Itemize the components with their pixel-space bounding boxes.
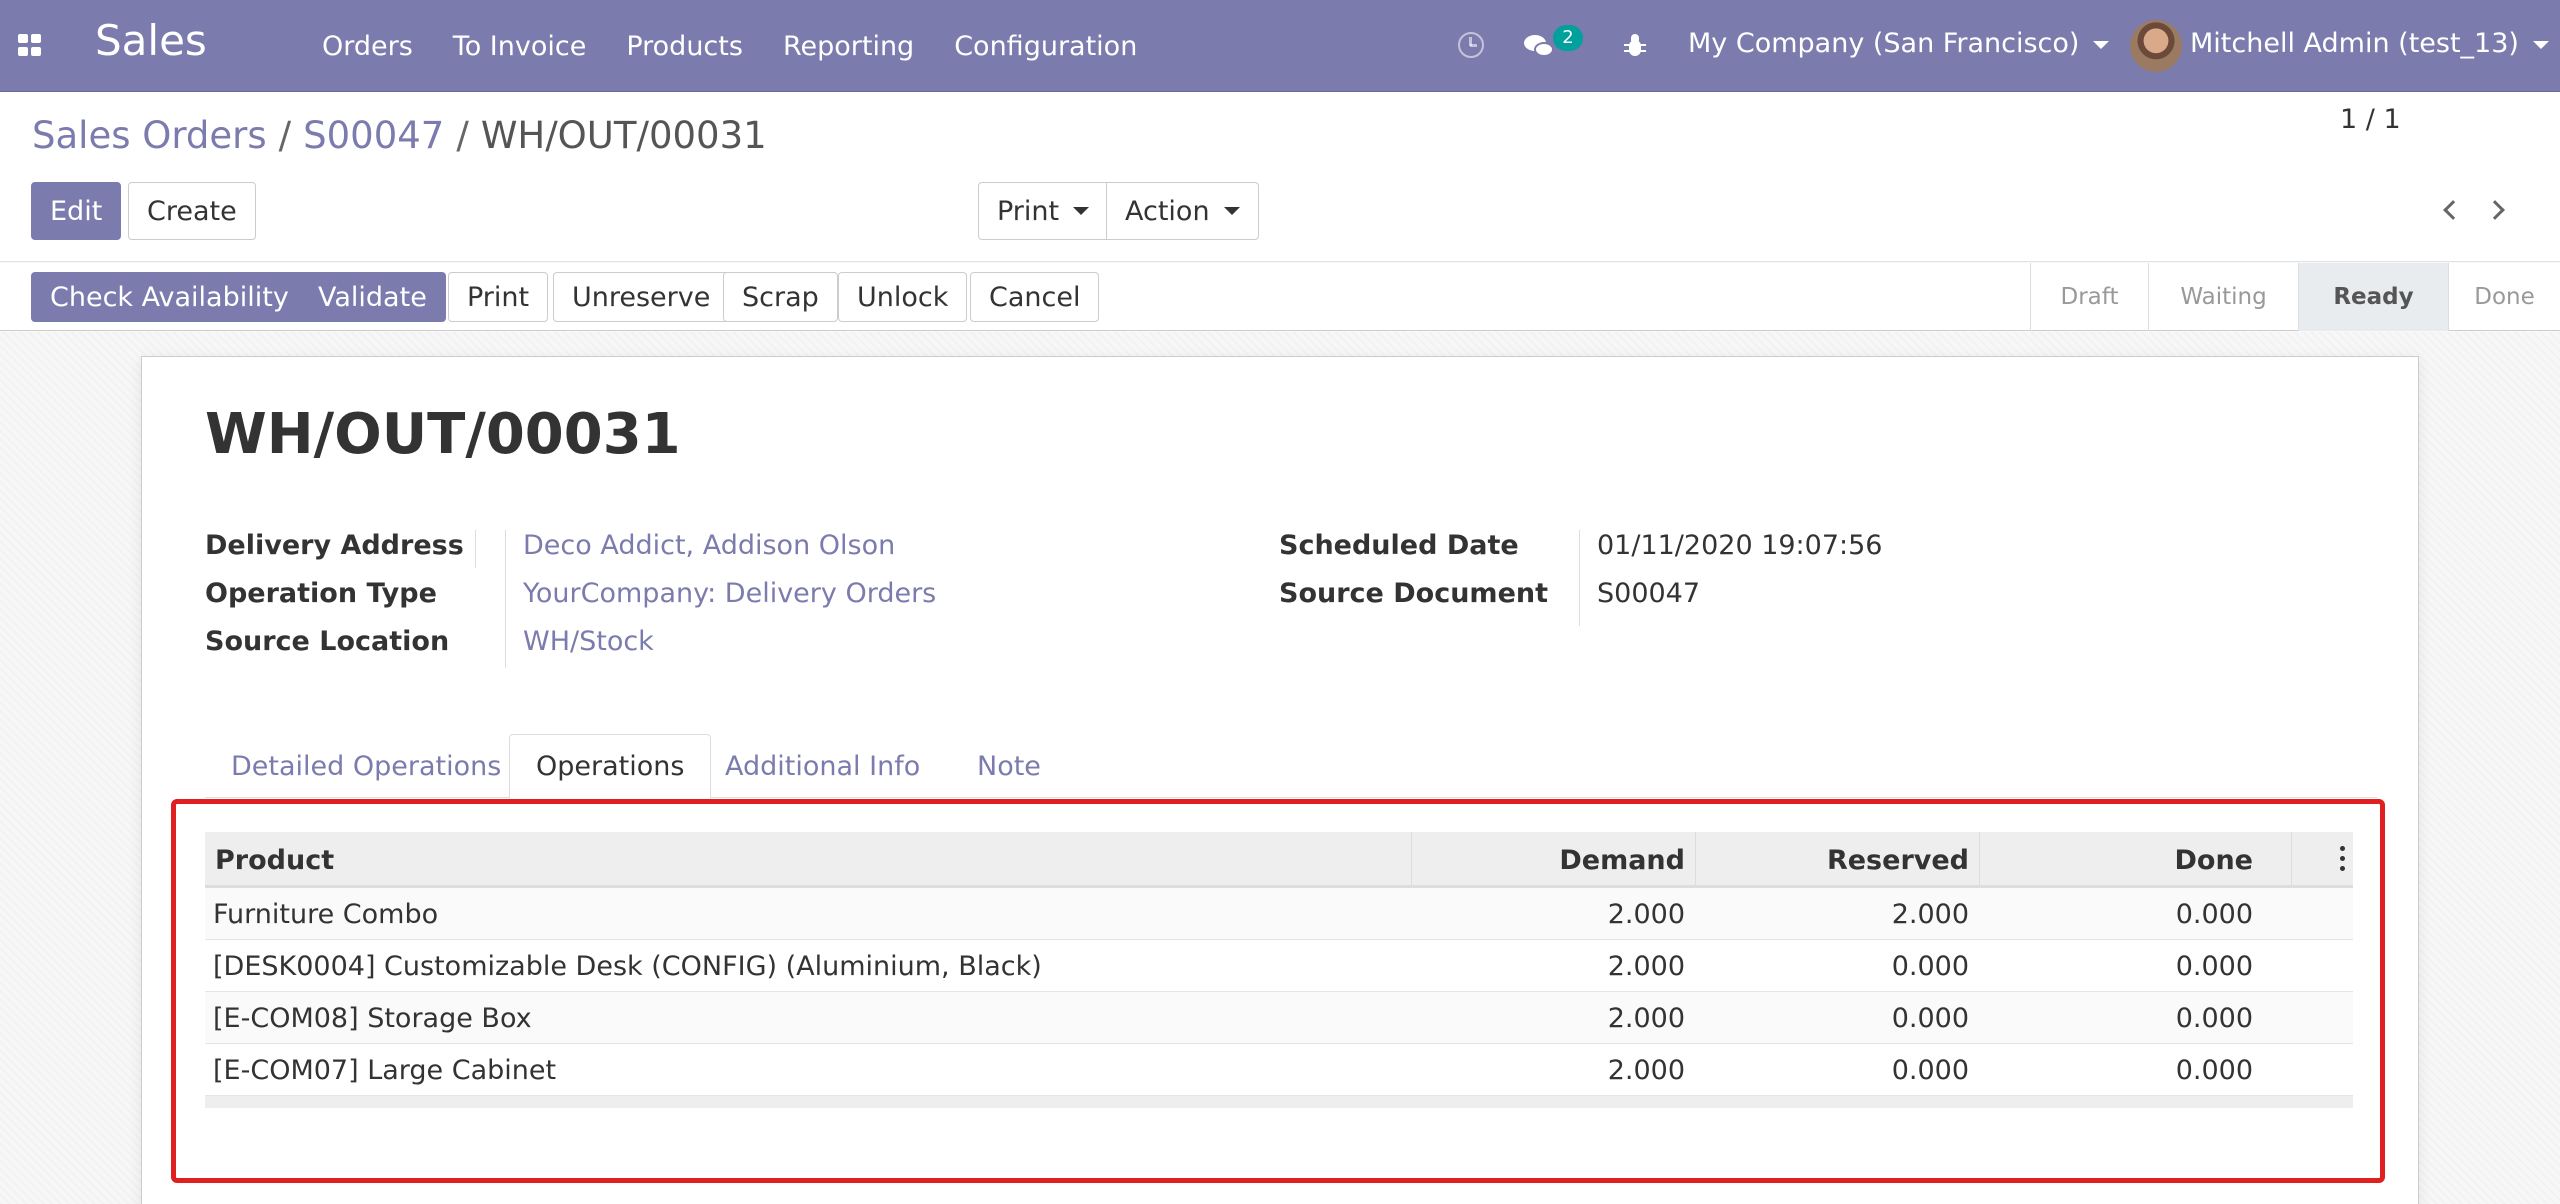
create-button[interactable]: Create — [128, 182, 256, 240]
menu-to-invoice[interactable]: To Invoice — [433, 31, 607, 62]
action-dropdown[interactable]: Action — [1106, 182, 1259, 240]
check-availability-button[interactable]: Check Availability — [31, 272, 308, 322]
breadcrumb-sales-orders[interactable]: Sales Orders — [32, 114, 267, 157]
source-document-value: S00047 — [1597, 578, 1701, 609]
scheduled-date-label: Scheduled Date — [1279, 530, 1519, 561]
main-menu: Orders To Invoice Products Reporting Con… — [302, 0, 1157, 92]
tab-note[interactable]: Note — [951, 734, 1067, 798]
scrap-button[interactable]: Scrap — [723, 272, 838, 322]
scheduled-date-value: 01/11/2020 19:07:56 — [1597, 530, 1883, 561]
action-dropdown-label: Action — [1125, 195, 1210, 227]
chevron-down-icon — [2093, 40, 2110, 49]
menu-configuration[interactable]: Configuration — [934, 31, 1157, 62]
source-document-label: Source Document — [1279, 578, 1549, 609]
highlight-box — [171, 799, 2385, 1183]
user-name: Mitchell Admin (test_13) — [2190, 28, 2519, 59]
stage-indicator: Draft Waiting Ready Done — [2030, 263, 2560, 331]
chevron-down-icon — [1223, 207, 1240, 215]
operation-type-label: Operation Type — [205, 578, 437, 609]
top-navbar: Sales Orders To Invoice Products Reporti… — [0, 0, 2560, 92]
validate-button[interactable]: Validate — [299, 272, 446, 322]
debug-bug-icon[interactable] — [1624, 34, 1646, 58]
user-avatar[interactable] — [2130, 20, 2182, 72]
stage-waiting[interactable]: Waiting — [2148, 263, 2298, 331]
notebook-tabs: Detailed Operations Operations Additiona… — [205, 734, 2377, 799]
breadcrumb-separator: / — [456, 114, 469, 157]
messages-count-badge: 2 — [1553, 25, 1583, 51]
breadcrumb: Sales Orders / S00047 / WH/OUT/00031 — [32, 114, 767, 157]
stage-draft[interactable]: Draft — [2030, 263, 2148, 331]
stage-ready[interactable]: Ready — [2298, 263, 2448, 331]
field-divider — [505, 530, 506, 668]
pager-value[interactable]: 1 / 1 — [2340, 104, 2401, 135]
unreserve-button[interactable]: Unreserve — [553, 272, 730, 322]
print-dropdown-label: Print — [997, 195, 1060, 227]
tab-detailed-operations[interactable]: Detailed Operations — [205, 734, 527, 798]
apps-menu-icon[interactable] — [18, 34, 44, 58]
menu-orders[interactable]: Orders — [302, 31, 433, 62]
chevron-down-icon — [1073, 207, 1090, 215]
print-button[interactable]: Print — [448, 272, 549, 322]
control-panel: Sales Orders / S00047 / WH/OUT/00031 — [0, 92, 2560, 262]
breadcrumb-order[interactable]: S00047 — [303, 114, 444, 157]
edit-button[interactable]: Edit — [31, 182, 122, 240]
messages-icon[interactable] — [1524, 33, 1554, 59]
source-location-label: Source Location — [205, 626, 450, 657]
record-title: WH/OUT/00031 — [205, 402, 681, 467]
company-switcher[interactable]: My Company (San Francisco) — [1688, 28, 2110, 59]
field-divider — [1579, 530, 1580, 626]
cancel-button[interactable]: Cancel — [970, 272, 1100, 322]
stage-done[interactable]: Done — [2448, 263, 2560, 331]
print-dropdown[interactable]: Print — [978, 182, 1109, 240]
menu-products[interactable]: Products — [606, 31, 763, 62]
menu-reporting[interactable]: Reporting — [763, 31, 934, 62]
delivery-address-value[interactable]: Deco Addict, Addison Olson — [523, 530, 895, 561]
breadcrumb-current: WH/OUT/00031 — [480, 114, 767, 157]
company-name: My Company (San Francisco) — [1688, 28, 2080, 59]
user-menu[interactable]: Mitchell Admin (test_13) — [2190, 28, 2549, 59]
chevron-down-icon — [2532, 40, 2549, 49]
delivery-address-label: Delivery Address — [205, 530, 464, 561]
tab-additional-info[interactable]: Additional Info — [699, 734, 946, 798]
tab-operations[interactable]: Operations — [509, 734, 712, 799]
source-location-value[interactable]: WH/Stock — [523, 626, 654, 657]
field-divider — [475, 530, 476, 568]
operation-type-value[interactable]: YourCompany: Delivery Orders — [523, 578, 936, 609]
app-name[interactable]: Sales — [95, 16, 207, 65]
breadcrumb-separator: / — [278, 114, 292, 157]
unlock-button[interactable]: Unlock — [838, 272, 968, 322]
activity-clock-icon[interactable] — [1458, 32, 1484, 58]
